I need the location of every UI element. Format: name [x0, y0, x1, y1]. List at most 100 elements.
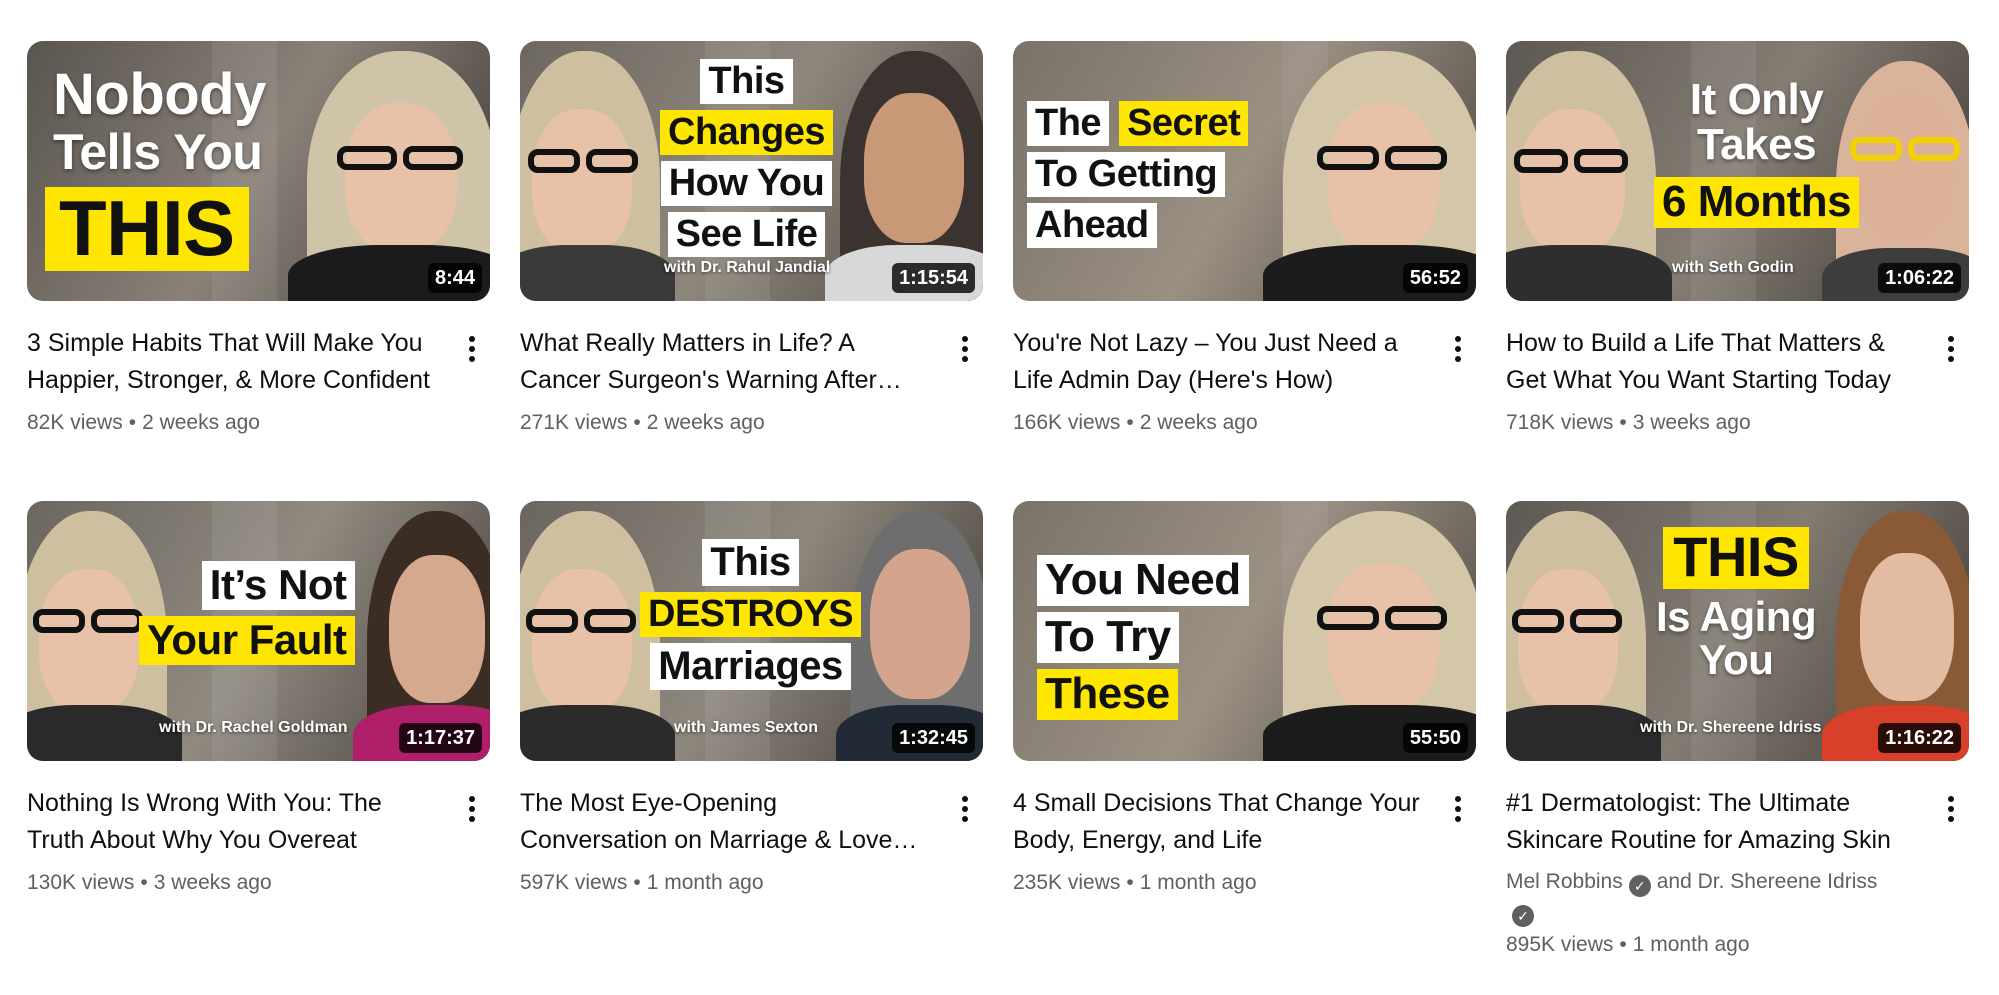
- thumbnail-caption: Nobody Tells You THIS: [45, 63, 274, 271]
- more-options-icon[interactable]: [1933, 791, 1969, 827]
- caption-line: To Try: [1037, 612, 1179, 663]
- separator: •: [1619, 411, 1627, 434]
- guest-label: with Dr. Shereene Idriss: [1640, 719, 1822, 736]
- video-title[interactable]: 3 Simple Habits That Will Make You Happi…: [27, 325, 438, 399]
- separator: •: [140, 871, 148, 894]
- upload-age: 3 weeks ago: [1632, 411, 1751, 434]
- caption-line: Your Fault: [139, 616, 355, 665]
- more-options-icon[interactable]: [1440, 791, 1476, 827]
- caption-line: See Life: [667, 212, 826, 257]
- thumbnail-caption: This DESTROYS Marriages: [640, 539, 862, 690]
- video-stats: 166K views • 2 weeks ago: [1013, 409, 1424, 437]
- view-count: 597K views: [520, 871, 628, 894]
- verified-check-icon: ✓: [1512, 905, 1534, 927]
- video-meta: What Really Matters in Life? A Cancer Su…: [520, 301, 983, 437]
- video-thumbnail[interactable]: This Changes How You See Life with Dr. R…: [520, 41, 983, 301]
- video-thumbnail[interactable]: It Only Takes 6 Months with Seth Godin 1…: [1506, 41, 1969, 301]
- separator: •: [1619, 933, 1627, 956]
- caption-line: 6 Months: [1654, 177, 1860, 228]
- view-count: 895K views: [1506, 933, 1614, 956]
- caption-line: Marriages: [650, 643, 851, 690]
- video-title[interactable]: How to Build a Life That Matters & Get W…: [1506, 325, 1917, 399]
- video-title[interactable]: What Really Matters in Life? A Cancer Su…: [520, 325, 931, 399]
- separator: •: [128, 411, 137, 434]
- video-stats: 271K views • 2 weeks ago: [520, 409, 931, 437]
- video-title[interactable]: #1 Dermatologist: The Ultimate Skincare …: [1506, 785, 1917, 859]
- duration-badge: 1:06:22: [1878, 263, 1961, 293]
- video-stats: 235K views • 1 month ago: [1013, 869, 1424, 897]
- video-thumbnail[interactable]: This DESTROYS Marriages with James Sexto…: [520, 501, 983, 761]
- caption-line: Changes: [660, 110, 833, 155]
- caption-line: These: [1037, 669, 1178, 720]
- video-stats: 82K views • 2 weeks ago: [27, 409, 438, 437]
- video-title[interactable]: The Most Eye-Opening Conversation on Mar…: [520, 785, 931, 859]
- video-thumbnail[interactable]: It’s Not Your Fault with Dr. Rachel Gold…: [27, 501, 490, 761]
- upload-age: 3 weeks ago: [153, 871, 272, 894]
- duration-badge: 1:32:45: [892, 723, 975, 753]
- video-grid: Nobody Tells You THIS 8:44 3 Simple Habi…: [27, 41, 1969, 961]
- video-meta: 3 Simple Habits That Will Make You Happi…: [27, 301, 490, 437]
- video-title[interactable]: You're Not Lazy – You Just Need a Life A…: [1013, 325, 1424, 399]
- caption-line: Secret: [1119, 101, 1249, 146]
- separator: •: [1126, 871, 1134, 894]
- more-options-icon[interactable]: [947, 331, 983, 367]
- video-card: It Only Takes 6 Months with Seth Godin 1…: [1506, 41, 1969, 501]
- video-stats: 597K views • 1 month ago: [520, 869, 931, 897]
- more-options-icon[interactable]: [1440, 331, 1476, 367]
- view-count: 82K views: [27, 411, 123, 434]
- more-options-icon[interactable]: [454, 331, 490, 367]
- guest-label: with Dr. Rachel Goldman: [159, 719, 348, 736]
- caption-line: To Getting: [1027, 152, 1226, 197]
- caption-line: Ahead: [1027, 203, 1157, 248]
- more-options-icon[interactable]: [947, 791, 983, 827]
- caption-line: Tells You: [53, 124, 263, 180]
- video-meta: Nothing Is Wrong With You: The Truth Abo…: [27, 761, 490, 897]
- caption-line: Nobody: [53, 62, 266, 127]
- more-options-icon[interactable]: [1933, 331, 1969, 367]
- duration-badge: 1:17:37: [399, 723, 482, 753]
- duration-badge: 1:15:54: [892, 263, 975, 293]
- video-stats: 130K views • 3 weeks ago: [27, 869, 438, 897]
- video-thumbnail[interactable]: You Need To Try These 55:50: [1013, 501, 1476, 761]
- video-stats: 718K views • 3 weeks ago: [1506, 409, 1917, 437]
- caption-line: THIS: [1663, 527, 1809, 589]
- video-meta: 4 Small Decisions That Change Your Body,…: [1013, 761, 1476, 897]
- upload-age: 2 weeks ago: [142, 411, 260, 434]
- video-card: You Need To Try These 55:50 4 Small Deci…: [1013, 501, 1476, 961]
- video-thumbnail[interactable]: Nobody Tells You THIS 8:44: [27, 41, 490, 301]
- duration-badge: 8:44: [427, 263, 482, 293]
- guest-label: with James Sexton: [674, 719, 819, 736]
- duration-badge: 1:16:22: [1878, 723, 1961, 753]
- channel-name[interactable]: Mel Robbins: [1506, 870, 1623, 893]
- host-portrait: [1506, 51, 1672, 301]
- guest-label: with Seth Godin: [1672, 259, 1794, 276]
- caption-line: How You: [660, 161, 833, 206]
- video-meta: You're Not Lazy – You Just Need a Life A…: [1013, 301, 1476, 437]
- caption-line: This: [702, 539, 799, 586]
- video-meta: The Most Eye-Opening Conversation on Mar…: [520, 761, 983, 897]
- separator: •: [633, 871, 641, 894]
- video-thumbnail[interactable]: THIS Is Aging You with Dr. Shereene Idri…: [1506, 501, 1969, 761]
- video-title[interactable]: 4 Small Decisions That Change Your Body,…: [1013, 785, 1424, 859]
- video-thumbnail[interactable]: The Secret To Getting Ahead 56:52: [1013, 41, 1476, 301]
- caption-line: You: [1698, 636, 1774, 683]
- video-meta: #1 Dermatologist: The Ultimate Skincare …: [1506, 761, 1969, 959]
- upload-age: 1 month ago: [1632, 933, 1750, 956]
- thumbnail-caption: It’s Not Your Fault: [139, 561, 355, 665]
- video-title[interactable]: Nothing Is Wrong With You: The Truth Abo…: [27, 785, 438, 859]
- more-options-icon[interactable]: [454, 791, 490, 827]
- thumbnail-caption: You Need To Try These: [1037, 555, 1249, 720]
- host-portrait: [520, 511, 675, 761]
- channel-collab: Mel Robbins ✓ and Dr. Shereene Idriss ✓: [1506, 867, 1917, 927]
- video-card: THIS Is Aging You with Dr. Shereene Idri…: [1506, 501, 1969, 961]
- upload-age: 2 weeks ago: [646, 411, 765, 434]
- caption-line: It Only: [1689, 75, 1824, 124]
- caption-line: Is Aging: [1656, 593, 1817, 640]
- guest-label: with Dr. Rahul Jandial: [664, 259, 831, 276]
- caption-line: This: [700, 59, 793, 104]
- host-portrait: [520, 51, 675, 301]
- collab-name[interactable]: and Dr. Shereene Idriss: [1657, 870, 1878, 893]
- video-card: It’s Not Your Fault with Dr. Rachel Gold…: [27, 501, 490, 961]
- thumbnail-caption: This Changes How You See Life: [660, 59, 833, 257]
- upload-age: 1 month ago: [1139, 871, 1257, 894]
